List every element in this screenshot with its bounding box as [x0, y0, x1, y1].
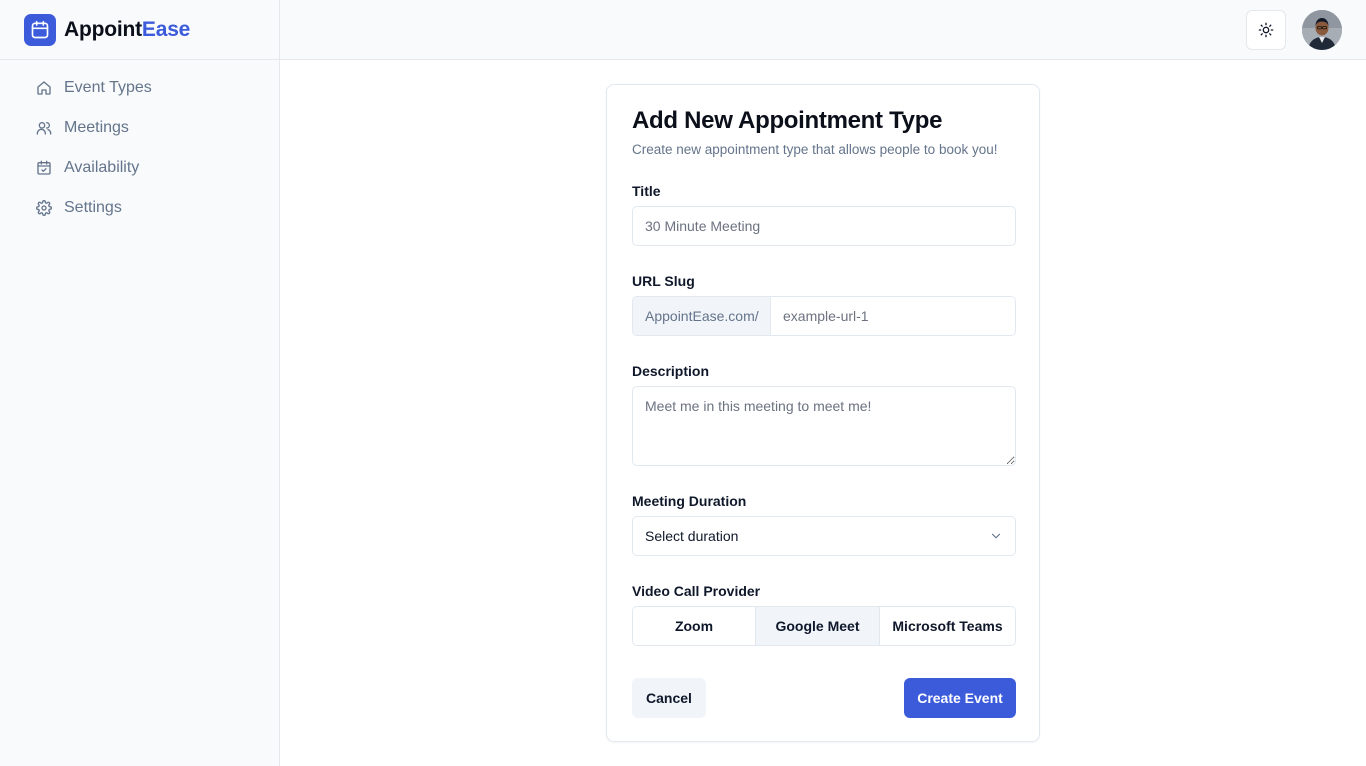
sidebar-item-label: Event Types — [64, 79, 152, 96]
users-icon — [36, 122, 52, 135]
home-icon — [37, 81, 51, 95]
cancel-button[interactable]: Cancel — [632, 678, 706, 718]
sidebar-item-settings[interactable]: Settings — [0, 188, 279, 228]
page-title: Add New Appointment Type — [632, 107, 943, 134]
url-slug-prefix: AppointEase.com/ — [633, 297, 771, 335]
description-input[interactable] — [632, 386, 1016, 466]
user-avatar-icon — [1302, 10, 1342, 50]
app-name-accent: Ease — [141, 17, 191, 41]
video-provider-toggle: Zoom Google Meet Microsoft Teams — [632, 606, 1016, 646]
meeting-duration-label: Meeting Duration — [632, 493, 747, 509]
video-provider-label: Video Call Provider — [632, 583, 761, 599]
provider-google-meet-button[interactable]: Google Meet — [756, 607, 879, 645]
app-name: AppointEase — [64, 18, 190, 42]
appointment-type-form: Add New Appointment Type Create new appo… — [606, 84, 1040, 742]
sun-icon — [1258, 22, 1274, 38]
gear-icon — [36, 200, 52, 216]
brand[interactable]: AppointEase — [0, 0, 279, 60]
theme-toggle-button[interactable] — [1246, 10, 1286, 50]
provider-zoom-button[interactable]: Zoom — [633, 607, 756, 645]
sidebar-nav: Event Types Meetings Availability Settin… — [0, 60, 279, 228]
provider-microsoft-teams-button[interactable]: Microsoft Teams — [879, 607, 1015, 645]
avatar[interactable] — [1302, 10, 1342, 50]
meeting-duration-select[interactable]: Select duration — [632, 516, 1016, 556]
sidebar-item-event-types[interactable]: Event Types — [0, 68, 279, 108]
calendar-check-icon — [37, 160, 51, 175]
title-input[interactable] — [632, 206, 1016, 246]
calendar-icon — [24, 13, 56, 46]
create-event-button[interactable]: Create Event — [904, 678, 1016, 718]
page-subtitle: Create new appointment type that allows … — [632, 142, 998, 157]
chevron-down-icon — [991, 533, 1001, 539]
sidebar: AppointEase Event Types Meetings Availab… — [0, 0, 280, 766]
url-slug-input[interactable] — [771, 297, 1015, 335]
url-slug-label: URL Slug — [632, 273, 695, 289]
url-slug-field: AppointEase.com/ — [632, 296, 1016, 336]
meeting-duration-value: Select duration — [645, 528, 739, 544]
sidebar-item-meetings[interactable]: Meetings — [0, 108, 279, 148]
top-bar — [280, 0, 1366, 60]
sidebar-item-availability[interactable]: Availability — [0, 148, 279, 188]
sidebar-item-label: Availability — [64, 159, 140, 176]
app-name-primary: Appoint — [64, 17, 142, 41]
sidebar-item-label: Settings — [64, 199, 122, 216]
sidebar-item-label: Meetings — [64, 119, 129, 136]
title-label: Title — [632, 183, 661, 199]
description-label: Description — [632, 363, 710, 379]
